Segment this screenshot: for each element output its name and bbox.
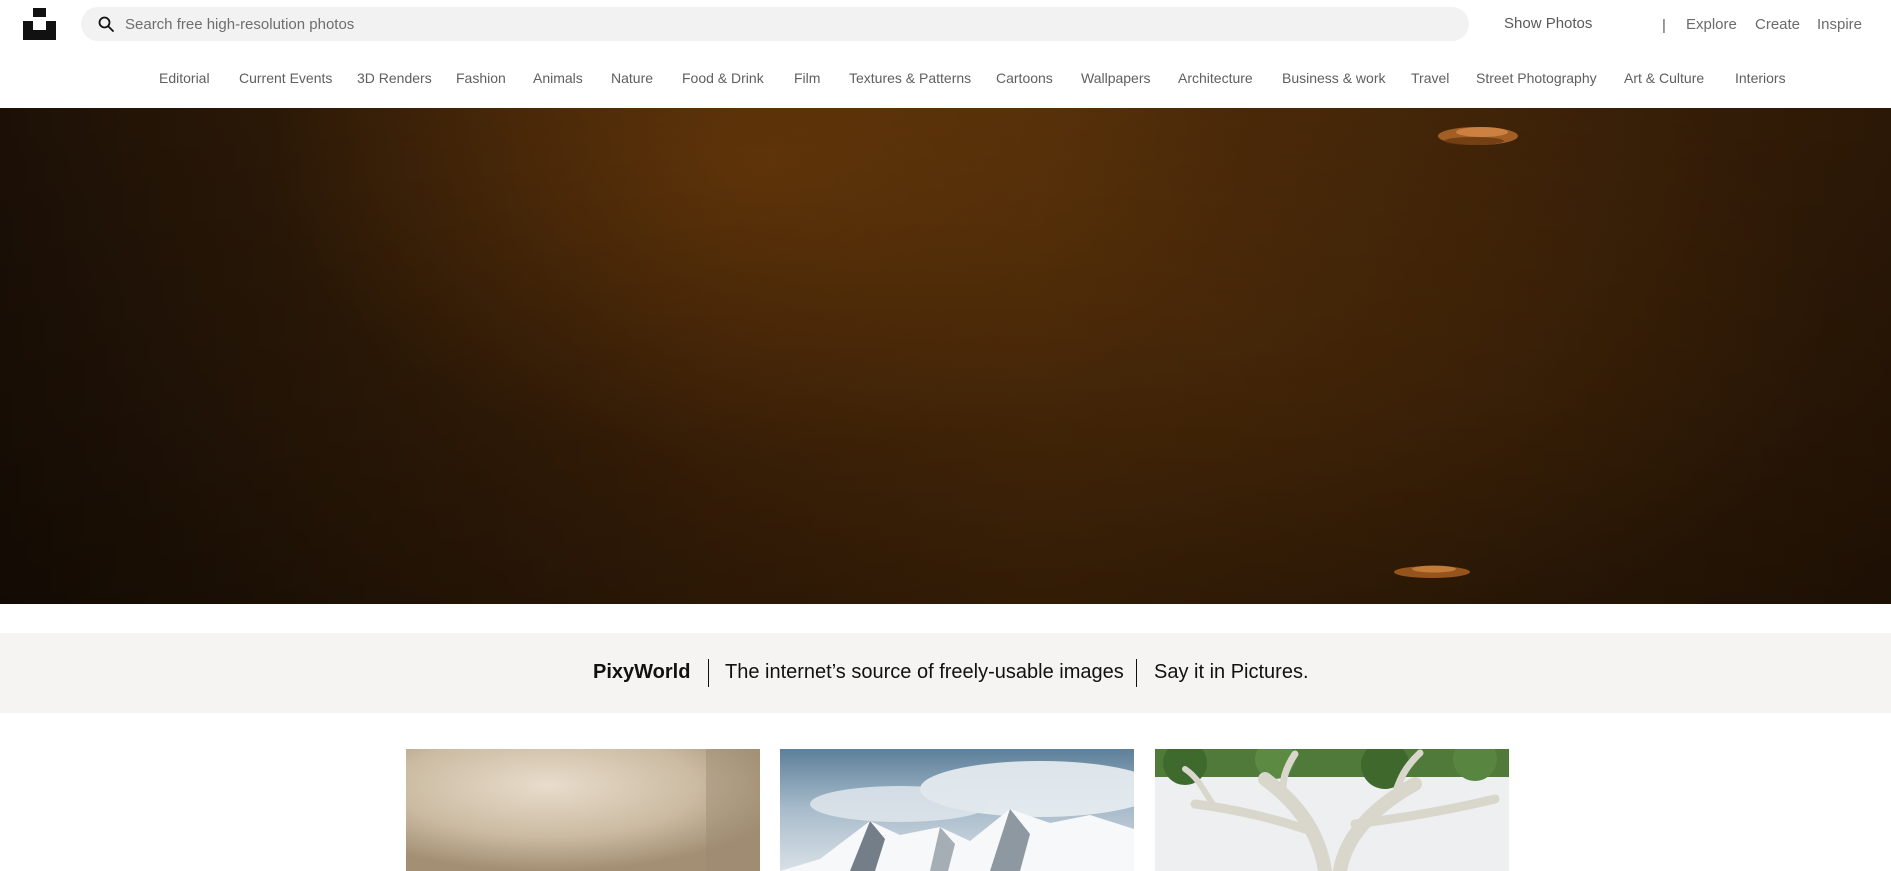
brand-name: PixyWorld (593, 661, 691, 683)
nav-inspire[interactable]: Inspire (1817, 16, 1862, 33)
category-bar: Editorial Current Events 3D Renders Fash… (0, 50, 1891, 108)
category-film[interactable]: Film (794, 70, 820, 86)
show-photos-link[interactable]: Show Photos (1504, 15, 1592, 32)
tagline-divider (708, 659, 709, 687)
photo-card[interactable] (780, 749, 1134, 871)
photo-card[interactable] (406, 749, 760, 871)
category-editorial[interactable]: Editorial (159, 70, 210, 86)
category-textures-patterns[interactable]: Textures & Patterns (849, 70, 971, 86)
nav-create[interactable]: Create (1755, 16, 1800, 33)
photo-tree-image (1155, 749, 1509, 871)
hero-overlay (0, 108, 1891, 604)
search-icon[interactable] (98, 16, 114, 32)
category-street-photography[interactable]: Street Photography (1476, 70, 1597, 86)
tagline-divider (1136, 659, 1137, 687)
tagline-banner: PixyWorld The internet’s source of freel… (0, 633, 1891, 713)
tagline-slogan: Say it in Pictures. (1154, 661, 1309, 683)
category-3d-renders[interactable]: 3D Renders (357, 70, 432, 86)
tagline-text: The internet’s source of freely-usable i… (725, 661, 1124, 683)
category-art-culture[interactable]: Art & Culture (1624, 70, 1704, 86)
category-wallpapers[interactable]: Wallpapers (1081, 70, 1151, 86)
category-fashion[interactable]: Fashion (456, 70, 506, 86)
search-input[interactable] (125, 7, 1445, 41)
photo-haze-image (406, 749, 760, 871)
nav-explore[interactable]: Explore (1686, 16, 1737, 33)
category-animals[interactable]: Animals (533, 70, 583, 86)
category-cartoons[interactable]: Cartoons (996, 70, 1053, 86)
search-bar[interactable] (81, 7, 1469, 41)
category-food-drink[interactable]: Food & Drink (682, 70, 764, 86)
logo-icon[interactable] (23, 8, 56, 40)
photo-mountain-image (780, 749, 1134, 871)
hero-image[interactable] (0, 108, 1891, 604)
photo-card[interactable] (1155, 749, 1509, 871)
category-business-work[interactable]: Business & work (1282, 70, 1385, 86)
category-current-events[interactable]: Current Events (239, 70, 332, 86)
nav-divider: | (1662, 17, 1666, 34)
category-interiors[interactable]: Interiors (1735, 70, 1786, 86)
category-travel[interactable]: Travel (1411, 70, 1449, 86)
category-architecture[interactable]: Architecture (1178, 70, 1253, 86)
category-nature[interactable]: Nature (611, 70, 653, 86)
hero-fish-shape (1438, 127, 1518, 145)
hero-fish-shape-small (1394, 565, 1470, 578)
top-header: Show Photos | Explore Create Inspire (0, 0, 1891, 50)
